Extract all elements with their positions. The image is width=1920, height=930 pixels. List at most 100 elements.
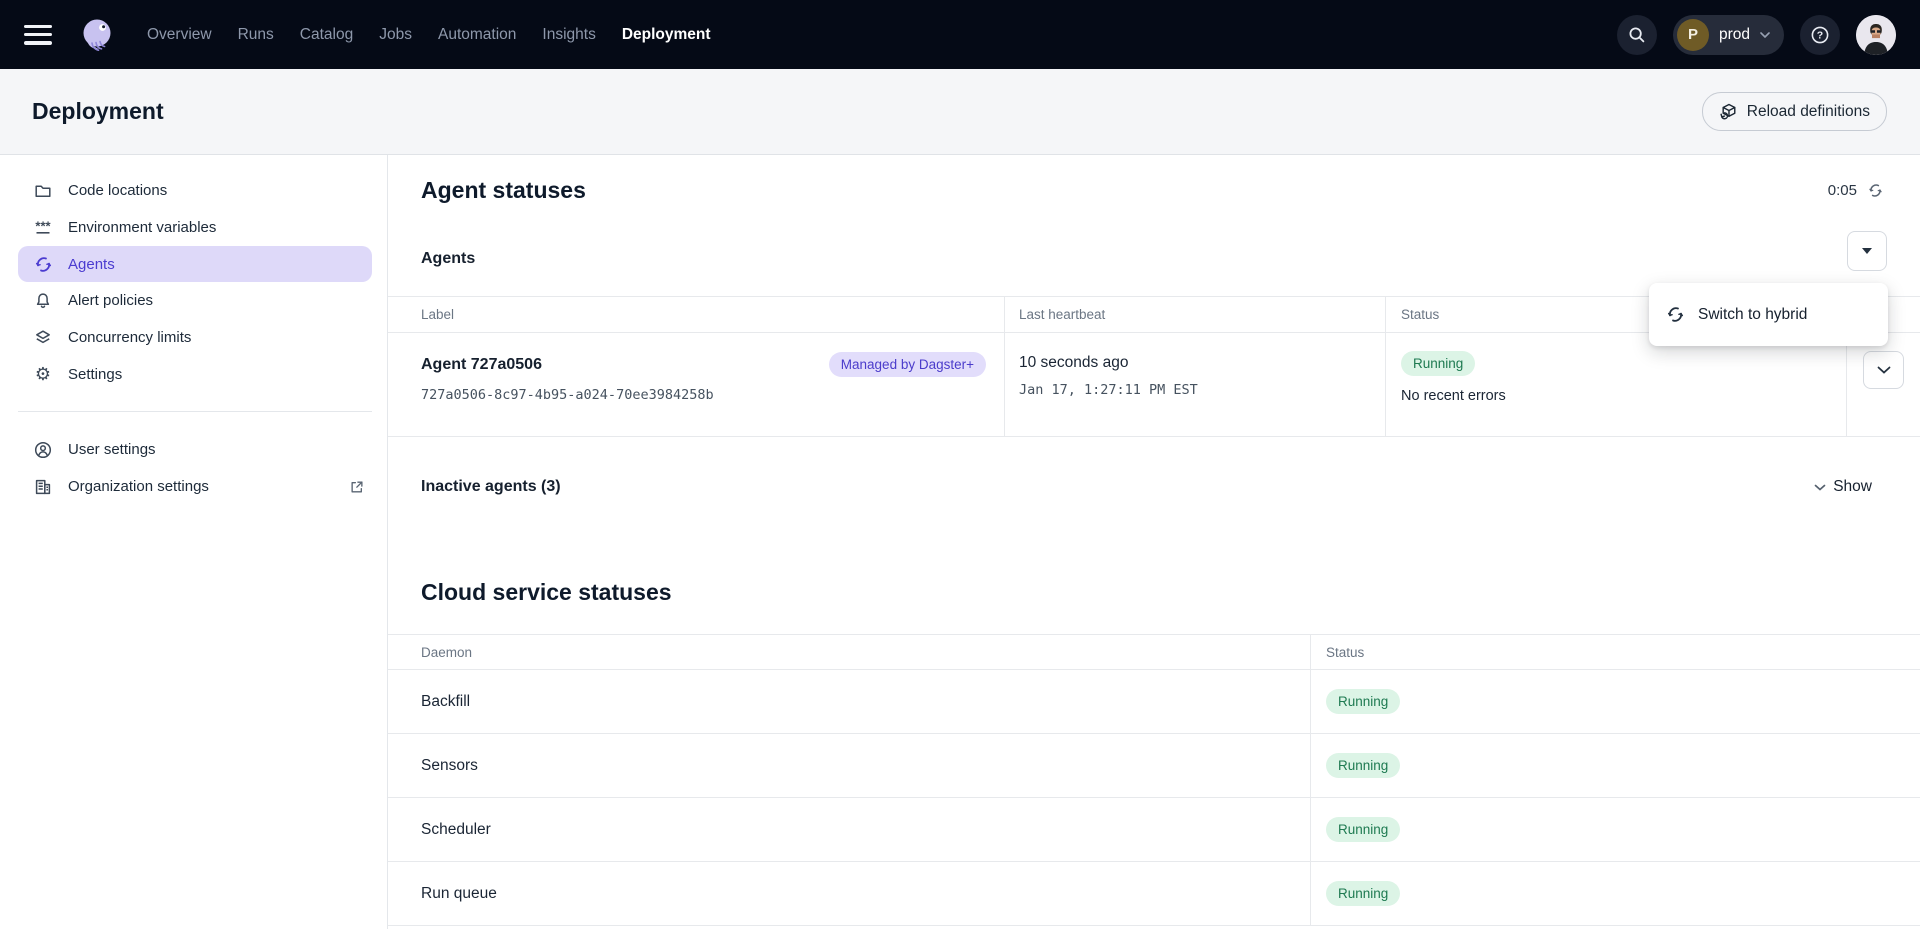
bell-icon (33, 291, 53, 311)
sidebar-item-alert-policies[interactable]: Alert policies (0, 282, 387, 319)
menu-item-switch-to-hybrid[interactable]: Switch to hybrid (1649, 283, 1888, 346)
deployment-sidebar: Code locations *** Environment variables (0, 155, 388, 929)
agent-id: 727a0506-8c97-4b95-a024-70ee3984258b (421, 387, 986, 403)
chevron-down-icon (1814, 484, 1826, 491)
layers-icon (33, 328, 53, 348)
show-toggle-label: Show (1833, 478, 1872, 496)
inactive-agents-heading: Inactive agents (3) (421, 478, 561, 496)
daemon-status-badge: Running (1326, 753, 1400, 778)
chevron-down-icon (1877, 366, 1891, 374)
sidebar-item-concurrency-limits[interactable]: Concurrency limits (0, 319, 387, 356)
user-avatar[interactable] (1856, 15, 1896, 55)
daemon-row-scheduler: Scheduler Running (388, 798, 1920, 862)
cloud-table-header: Daemon Status (388, 634, 1920, 670)
daemon-name: Run queue (388, 862, 1310, 925)
env-vars-icon: *** (33, 218, 53, 238)
sidebar-item-user-settings[interactable]: User settings (0, 431, 387, 468)
nav-item-automation[interactable]: Automation (438, 26, 516, 44)
nav-item-overview[interactable]: Overview (147, 26, 212, 44)
nav-item-jobs[interactable]: Jobs (379, 26, 412, 44)
user-icon (33, 440, 53, 460)
chevron-down-icon (1760, 32, 1770, 38)
agent-status-note: No recent errors (1401, 388, 1846, 404)
external-link-icon (348, 478, 366, 496)
daemon-row-backfill: Backfill Running (388, 670, 1920, 734)
gear-icon: ⚙ (33, 365, 53, 385)
dagster-logo-icon[interactable] (78, 16, 116, 54)
sidebar-item-label: Environment variables (68, 219, 216, 236)
nav-item-insights[interactable]: Insights (542, 26, 595, 44)
reload-definitions-button[interactable]: Reload definitions (1702, 92, 1887, 131)
sidebar-item-label: Settings (68, 366, 122, 383)
workspace-name: prod (1719, 26, 1750, 44)
cloud-service-statuses-heading: Cloud service statuses (421, 579, 672, 606)
folder-icon (33, 181, 53, 201)
column-header-status: Status (1310, 635, 1920, 669)
show-inactive-agents-toggle[interactable]: Show (1814, 478, 1872, 496)
daemon-row-run-queue: Run queue Running (388, 862, 1920, 926)
agent-name: Agent 727a0506 (421, 356, 542, 374)
sidebar-item-agents[interactable]: Agents (18, 246, 372, 282)
svg-text:***: *** (35, 218, 51, 233)
inactive-agents-row: Inactive agents (3) Show (421, 473, 1872, 501)
heartbeat-timestamp: Jan 17, 1:27:11 PM EST (1019, 382, 1385, 398)
heartbeat-relative: 10 seconds ago (1019, 354, 1385, 372)
help-button[interactable]: ? (1800, 15, 1840, 55)
top-navigation-bar: Overview Runs Catalog Jobs Automation In… (0, 0, 1920, 69)
nav-item-deployment[interactable]: Deployment (622, 26, 711, 44)
sidebar-item-code-locations[interactable]: Code locations (0, 172, 387, 209)
daemon-name: Sensors (388, 734, 1310, 797)
managed-by-badge: Managed by Dagster+ (829, 352, 986, 377)
column-header-label: Label (388, 297, 1004, 332)
reload-definitions-icon (1719, 102, 1738, 121)
hamburger-menu-icon[interactable] (24, 25, 54, 45)
agents-section-heading: Agents (421, 250, 475, 268)
agent-table-row: Agent 727a0506 Managed by Dagster+ 727a0… (388, 333, 1920, 437)
workspace-switcher[interactable]: P prod (1673, 15, 1784, 55)
sidebar-item-label: Alert policies (68, 292, 153, 309)
sidebar-item-label: Agents (68, 256, 115, 273)
search-button[interactable] (1617, 15, 1657, 55)
auto-refresh-control: 0:05 (1828, 182, 1884, 199)
help-icon: ? (1810, 25, 1830, 45)
daemon-name: Backfill (388, 670, 1310, 733)
organization-icon (33, 477, 53, 497)
agents-actions-dropdown-button[interactable] (1847, 231, 1887, 271)
sidebar-divider (18, 411, 372, 412)
page-title: Deployment (32, 98, 164, 125)
sidebar-item-environment-variables[interactable]: *** Environment variables (0, 209, 387, 246)
agents-dropdown-menu: Switch to hybrid (1649, 283, 1888, 346)
search-icon (1627, 25, 1647, 45)
cloud-services-table: Daemon Status Backfill Running Sensors R… (388, 634, 1920, 926)
sidebar-item-label: Code locations (68, 182, 167, 199)
refresh-icon[interactable] (1867, 182, 1884, 199)
daemon-status-badge: Running (1326, 817, 1400, 842)
agent-status-badge: Running (1401, 351, 1475, 376)
sidebar-item-label: User settings (68, 441, 156, 458)
primary-nav: Overview Runs Catalog Jobs Automation In… (147, 26, 711, 44)
sidebar-item-organization-settings[interactable]: Organization settings (0, 468, 387, 505)
sidebar-item-settings[interactable]: ⚙ Settings (0, 356, 387, 393)
main-content: Agent statuses 0:05 Agents Label Last he… (388, 155, 1920, 929)
column-header-last-heartbeat: Last heartbeat (1004, 297, 1385, 332)
daemon-status-badge: Running (1326, 881, 1400, 906)
topbar-right-cluster: P prod ? (1617, 0, 1896, 69)
sidebar-item-label: Organization settings (68, 478, 209, 495)
sidebar-item-label: Concurrency limits (68, 329, 191, 346)
agent-icon (1666, 305, 1685, 324)
reload-definitions-label: Reload definitions (1747, 103, 1870, 121)
daemon-name: Scheduler (388, 798, 1310, 861)
agent-icon (33, 254, 53, 274)
column-header-daemon: Daemon (388, 635, 1310, 669)
svg-text:?: ? (1817, 29, 1823, 41)
nav-item-catalog[interactable]: Catalog (300, 26, 353, 44)
refresh-countdown: 0:05 (1828, 182, 1857, 199)
nav-item-runs[interactable]: Runs (238, 26, 274, 44)
page-header: Deployment Reload definitions (0, 69, 1920, 155)
daemon-status-badge: Running (1326, 689, 1400, 714)
agent-statuses-heading: Agent statuses (421, 177, 586, 204)
daemon-row-sensors: Sensors Running (388, 734, 1920, 798)
agent-row-menu-button[interactable] (1863, 351, 1904, 389)
caret-down-icon (1862, 248, 1872, 254)
workspace-initial-badge: P (1677, 19, 1709, 51)
